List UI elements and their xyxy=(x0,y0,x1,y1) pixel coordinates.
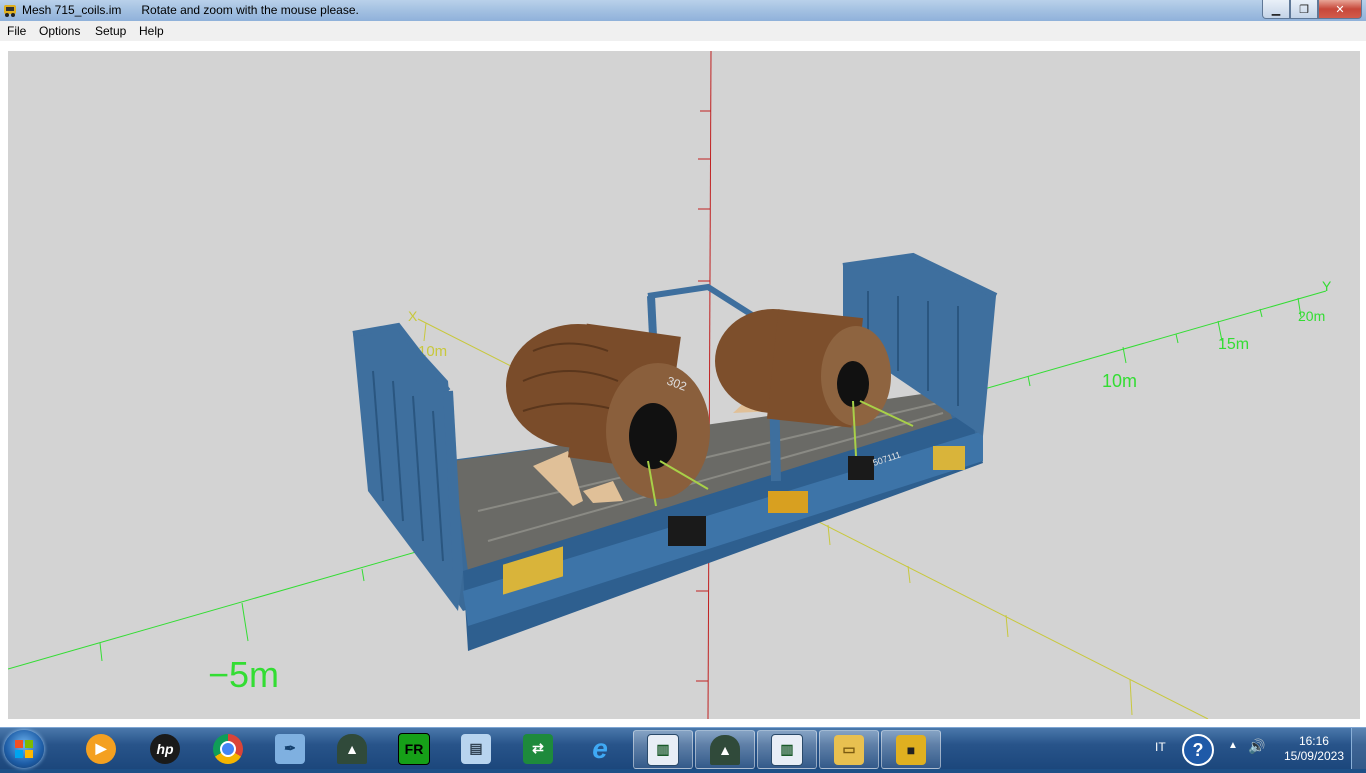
windows-logo-icon xyxy=(15,740,33,758)
taskbar-far[interactable]: FR xyxy=(385,730,443,767)
media-player-icon: ▶ xyxy=(86,733,116,764)
y-axis-label: Y xyxy=(1322,278,1332,294)
taskbar-window-app-2[interactable]: ▥ xyxy=(757,730,817,769)
menu-help[interactable]: Help xyxy=(139,24,164,38)
app-icon xyxy=(4,5,16,17)
taskbar-chrome[interactable] xyxy=(199,730,257,767)
hp-icon: hp xyxy=(150,733,180,764)
minimize-button[interactable]: ▁ xyxy=(1262,0,1290,19)
menu-setup[interactable]: Setup xyxy=(95,24,126,38)
taskbar-window-app[interactable]: ▥ xyxy=(633,730,693,769)
explorer-icon: ▭ xyxy=(834,734,864,765)
ie-icon: e xyxy=(592,732,608,764)
z-axis xyxy=(707,50,712,720)
y-tick-label-neg-5m: −5m xyxy=(208,654,279,695)
window-hint: Rotate and zoom with the mouse please. xyxy=(141,3,359,17)
chrome-icon xyxy=(213,733,243,764)
x-axis-label: X xyxy=(408,308,418,324)
taskbar-hp[interactable]: hp xyxy=(136,730,194,767)
clock-time: 16:16 xyxy=(1298,734,1329,748)
tray-expand-icon[interactable]: ▲ xyxy=(1228,740,1238,751)
tunnel-app-icon: ▲ xyxy=(337,733,367,764)
mesh-canvas[interactable]: X 10m Y 10m 15m 20m −5m 302 507111 xyxy=(7,50,1360,720)
help-icon[interactable]: ? xyxy=(1182,734,1214,766)
start-button[interactable] xyxy=(4,730,44,768)
taskbar-ie[interactable]: e xyxy=(571,730,629,767)
taskbar: ▶ hp ✒ ▲ FR ▤ ⇄ e ▥ ▲ ▥ ▭ ■ IT ? ▲ 🔊 16:… xyxy=(0,727,1366,769)
tunnel-app-icon-2: ▲ xyxy=(710,734,740,765)
quill-icon: ✒ xyxy=(275,733,305,764)
taskbar-media-player[interactable]: ▶ xyxy=(72,730,130,767)
transfer-icon: ⇄ xyxy=(523,733,553,764)
taskbar-tunnel-app[interactable]: ▲ xyxy=(323,730,381,767)
scene-svg: X 10m Y 10m 15m 20m −5m 302 507111 xyxy=(7,50,1332,720)
window-app-icon: ▥ xyxy=(647,733,679,766)
taskbar-explorer[interactable]: ▭ xyxy=(819,730,879,769)
y-tick-label-20m: 20m xyxy=(1298,308,1325,324)
menu-options[interactable]: Options xyxy=(39,24,80,38)
3d-viewport: X 10m Y 10m 15m 20m −5m 302 507111 xyxy=(0,41,1366,727)
close-button[interactable]: ✕ xyxy=(1318,0,1362,19)
y-tick-label-10m: 10m xyxy=(1102,371,1137,391)
far-icon: FR xyxy=(398,732,430,765)
maximize-button[interactable]: ❐ xyxy=(1290,0,1318,19)
menu-bar: File Options Setup Help xyxy=(0,21,1366,42)
taskbar-quill[interactable]: ✒ xyxy=(261,730,319,767)
taskbar-tunnel-app-2[interactable]: ▲ xyxy=(695,730,755,769)
window-app-icon-2: ▥ xyxy=(771,733,803,766)
menu-file[interactable]: File xyxy=(7,24,26,38)
notepad-icon: ▤ xyxy=(461,733,491,764)
window-title: Mesh 715_coils.im Rotate and zoom with t… xyxy=(22,3,359,17)
clock-date: 15/09/2023 xyxy=(1283,749,1344,763)
show-desktop-button[interactable] xyxy=(1351,728,1366,769)
language-indicator[interactable]: IT xyxy=(1155,740,1166,754)
volume-icon[interactable]: 🔊 xyxy=(1248,738,1265,755)
system-tray: IT ? ▲ 🔊 xyxy=(1140,728,1280,769)
clock[interactable]: 16:16 15/09/2023 xyxy=(1284,734,1344,764)
y-tick-label-15m: 15m xyxy=(1218,336,1249,353)
taskbar-notepad[interactable]: ▤ xyxy=(447,730,505,767)
train-app-icon: ■ xyxy=(896,734,926,765)
taskbar-train-app[interactable]: ■ xyxy=(881,730,941,769)
title-bar: Mesh 715_coils.im Rotate and zoom with t… xyxy=(0,0,1366,21)
taskbar-transfer[interactable]: ⇄ xyxy=(509,730,567,767)
